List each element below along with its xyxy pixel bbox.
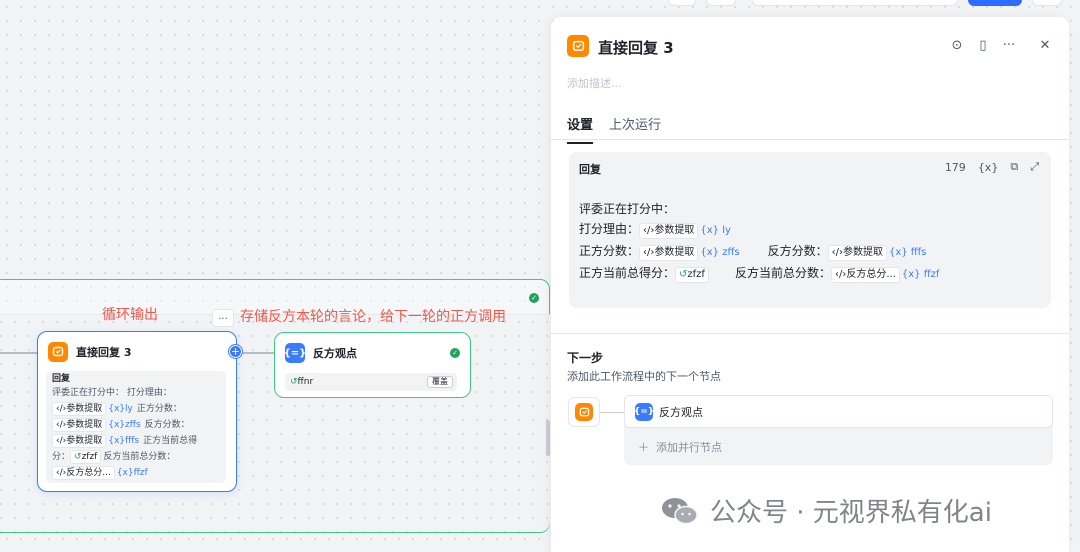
code-icon: ‹/›	[56, 404, 67, 414]
code-icon: ‹/›	[56, 436, 67, 446]
loop-var-icon: ↺	[290, 377, 298, 387]
watermark: 公众号 · 元视界私有化ai	[660, 492, 992, 529]
tab-divider	[551, 139, 1069, 140]
code-icon: ‹/›	[643, 225, 655, 236]
toolbar-button[interactable]	[668, 0, 696, 6]
loop-var-icon: ↺	[74, 452, 82, 462]
toolbar-button[interactable]	[1032, 0, 1062, 6]
reply-node-content: 回复 评委正在打分中： 打分理由： ‹/›参数提取 {x}ly 正方分数： ‹/›参…	[46, 371, 226, 483]
reply-node-label: 回复	[52, 374, 71, 384]
reply-line: ‹/›参数提取 {x}fffs 正方当前总得	[52, 433, 220, 449]
code-tag: ‹/›反方总分...	[830, 267, 900, 283]
copy-icon[interactable]: ⧉	[1010, 160, 1018, 174]
add-next-node-port[interactable]: +	[229, 345, 242, 358]
reply-node-title: 直接回复 3	[76, 346, 132, 359]
reply-line: 分： ↺zfzf 反方当前总分数：	[52, 450, 176, 464]
opinion-node-title: 反方观点	[313, 347, 357, 360]
next-node-list: {=} 反方观点 ＋ 添加并行节点	[624, 395, 1053, 465]
code-tag: ‹/›参数提取	[52, 418, 107, 432]
next-node-item[interactable]: {=} 反方观点	[624, 395, 1053, 428]
code-tag: ‹/›参数提取	[827, 245, 887, 261]
code-icon: ‹/›	[56, 468, 67, 478]
close-icon[interactable]: ✕	[1037, 38, 1053, 53]
toolbar-button[interactable]	[752, 0, 958, 6]
overwrite-chip: 覆盖	[427, 376, 453, 388]
loop-resize-handle[interactable]	[546, 420, 550, 456]
loop-annotation: 循环输出	[102, 307, 158, 323]
watermark-text: 公众号 · 元视界私有化ai	[710, 498, 992, 528]
section-divider	[551, 333, 1069, 334]
code-tag: ‹/›参数提取	[639, 223, 699, 239]
wechat-icon	[660, 496, 700, 526]
expand-icon[interactable]: ⤢	[1030, 160, 1039, 174]
loop-success-icon: ✓	[529, 293, 539, 303]
connection-edge	[243, 352, 274, 354]
reply-line: ‹/›反方总分... {x}ffzf	[52, 465, 220, 481]
reply-editor[interactable]: 回复 179 {x} ⧉ ⤢ 评委正在打分中： 打分理由： ‹/›参数提取 {x} …	[569, 152, 1051, 308]
reply-line: ‹/›参数提取 {x}ly 正方分数：	[52, 401, 220, 417]
reply-node[interactable]: 直接回复 3 回复 评委正在打分中： 打分理由： ‹/›参数提取 {x}ly 正方分…	[37, 331, 237, 492]
add-parallel-node-button[interactable]: ＋ 添加并行节点	[638, 439, 722, 455]
more-icon[interactable]: ···	[1001, 38, 1017, 53]
reply-node-icon	[48, 342, 68, 362]
char-count: 179	[944, 160, 966, 174]
code-icon: ‹/›	[831, 247, 843, 258]
reply-content[interactable]: 评委正在打分中： 打分理由： ‹/›参数提取 {x} ly 正方分数： ‹/›参数提取…	[579, 199, 943, 285]
edge-annotation: 存储反方本轮的言论，给下一轮的正方调用	[240, 309, 506, 325]
variable-tag: ↺zfzf	[675, 267, 709, 283]
variable-assign-icon: {=}	[284, 343, 306, 363]
next-node-label: 反方观点	[659, 405, 703, 419]
docs-icon[interactable]: ▯	[975, 38, 991, 53]
publish-button[interactable]	[968, 0, 1022, 6]
next-connector	[600, 412, 624, 413]
code-tag: ‹/›反方总分...	[52, 466, 115, 480]
next-step-description: 添加此工作流程中的下一个节点	[567, 370, 721, 383]
insert-variable-icon[interactable]: {x}	[978, 161, 999, 174]
reply-node-icon	[567, 35, 589, 57]
edge-more-button[interactable]: ...	[212, 309, 234, 327]
code-icon: ‹/›	[834, 269, 847, 280]
opinion-var-row: ↺ffnr 覆盖	[285, 373, 457, 391]
node-settings-panel: 直接回复 3 ⊙ ▯ ··· ✕ 添加描述... 设置 上次运行 回复 179 …	[551, 17, 1069, 552]
variable-assign-icon: {=}	[634, 402, 654, 421]
variable-tag: ↺zfzf	[70, 450, 102, 464]
current-node-chip	[568, 397, 600, 427]
opinion-node[interactable]: {=} 反方观点 ✓ ↺ffnr 覆盖	[274, 332, 471, 398]
node-success-icon: ✓	[450, 348, 460, 358]
code-tag: ‹/›参数提取	[52, 402, 107, 416]
reply-label: 回复	[579, 163, 601, 176]
code-icon: ‹/›	[56, 420, 67, 430]
reply-node-icon	[575, 403, 593, 421]
description-input[interactable]: 添加描述...	[567, 75, 622, 91]
code-tag: ‹/›参数提取	[52, 434, 107, 448]
code-icon: ‹/›	[643, 247, 655, 258]
incoming-edge	[0, 352, 37, 354]
next-step-heading: 下一步	[567, 351, 604, 365]
code-tag: ‹/›参数提取	[639, 245, 699, 261]
panel-title[interactable]: 直接回复 3	[598, 37, 674, 58]
toolbar-button[interactable]	[706, 0, 736, 6]
run-icon[interactable]: ⊙	[949, 38, 965, 53]
reply-line: 评委正在打分中： 打分理由：	[52, 388, 172, 398]
reply-line: ‹/›参数提取 {x}zffs 反方分数：	[52, 417, 220, 433]
